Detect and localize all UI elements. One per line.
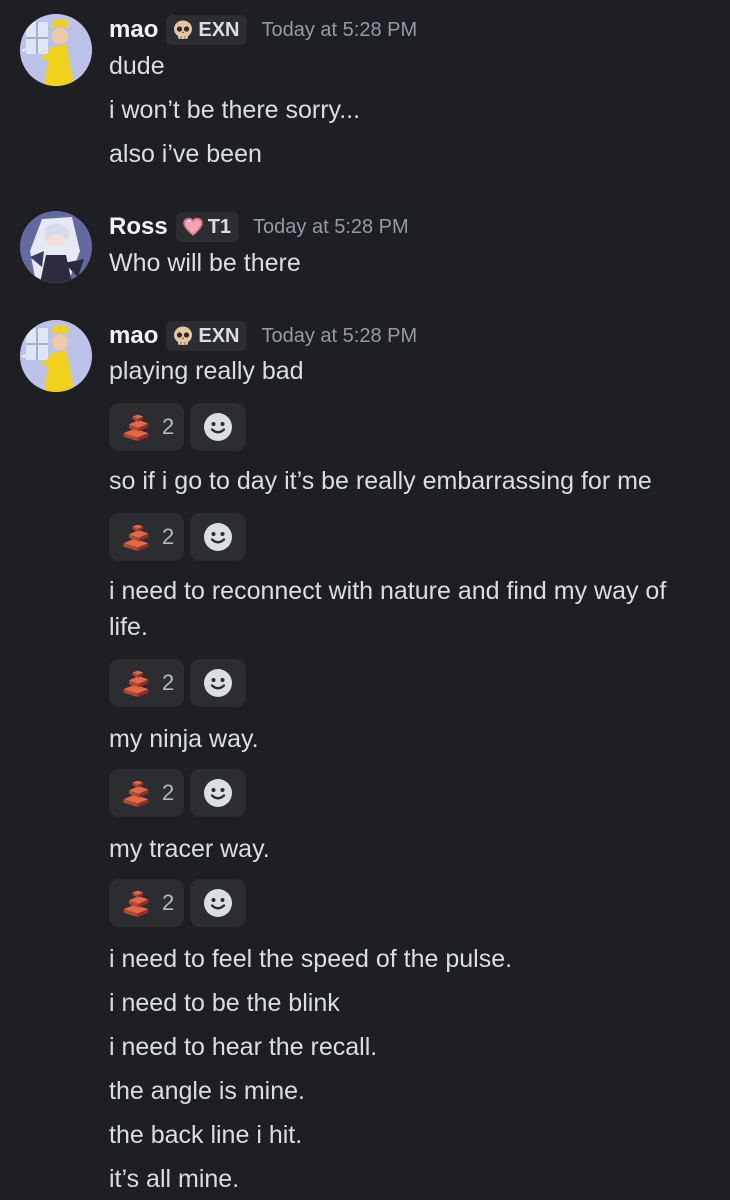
- timestamp: Today at 5:28 PM: [261, 18, 418, 41]
- reaction-chip[interactable]: 2: [109, 513, 185, 561]
- add-reaction-icon: [203, 778, 234, 808]
- guild-tag[interactable]: T1: [175, 212, 240, 242]
- reaction-count: 2: [162, 780, 175, 805]
- reaction-chip[interactable]: 2: [109, 769, 185, 817]
- guild-tag-label: EXN: [198, 324, 240, 347]
- reaction-count: 2: [162, 890, 175, 915]
- message-header: mao EXN Today at 5:28 PM: [109, 13, 417, 47]
- username[interactable]: Ross: [109, 213, 168, 241]
- bricks-icon: [123, 780, 149, 808]
- skull-icon: [173, 326, 193, 346]
- message-text: i need to feel the speed of the pulse.: [109, 945, 513, 973]
- guild-tag[interactable]: EXN: [166, 321, 248, 351]
- add-reaction-icon: [203, 522, 234, 552]
- message-text: i need to reconnect with nature and find…: [109, 577, 667, 641]
- message-text: so if i go to day it’s be really embarra…: [109, 467, 652, 495]
- message-header: Ross T1 Today at 5:28 PM: [109, 210, 409, 244]
- guild-tag-label: EXN: [198, 18, 240, 41]
- reaction-bar: 2: [109, 879, 247, 927]
- guild-tag-label: T1: [207, 215, 232, 238]
- message-text: i need to hear the recall.: [109, 1033, 378, 1061]
- chat-log: mao EXN Today at 5:28 PM dude i won’t be…: [0, 0, 730, 1200]
- add-reaction-button[interactable]: [190, 403, 247, 451]
- bricks-icon: [123, 414, 149, 442]
- reaction-bar: 2: [109, 403, 247, 451]
- guild-tag[interactable]: EXN: [166, 15, 248, 45]
- avatar[interactable]: [20, 320, 92, 392]
- bricks-icon: [123, 670, 149, 698]
- bricks-icon: [123, 890, 149, 918]
- timestamp: Today at 5:28 PM: [253, 215, 409, 238]
- add-reaction-button[interactable]: [190, 513, 247, 561]
- reaction-chip[interactable]: 2: [109, 879, 185, 927]
- reaction-count: 2: [162, 524, 175, 549]
- add-reaction-icon: [203, 412, 234, 442]
- username[interactable]: mao: [109, 16, 158, 44]
- message-text: Who will be there: [109, 249, 301, 277]
- add-reaction-icon: [203, 888, 234, 918]
- skull-icon: [173, 20, 193, 40]
- message-text: my tracer way.: [109, 835, 270, 863]
- reaction-bar: 2: [109, 769, 247, 817]
- avatar[interactable]: [20, 211, 92, 283]
- message-text: the back line i hit.: [109, 1121, 303, 1149]
- message-text: the angle is mine.: [109, 1077, 305, 1105]
- reaction-bar: 2: [109, 513, 247, 561]
- message-text: playing really bad: [109, 357, 304, 385]
- message-header: mao EXN Today at 5:28 PM: [109, 319, 417, 353]
- add-reaction-button[interactable]: [190, 659, 247, 707]
- reaction-chip[interactable]: 2: [109, 403, 185, 451]
- reaction-chip[interactable]: 2: [109, 659, 185, 707]
- bricks-icon: [123, 524, 149, 552]
- reaction-count: 2: [162, 670, 175, 695]
- heart-icon: [182, 217, 203, 236]
- message-text: i won’t be there sorry...: [109, 96, 361, 124]
- timestamp: Today at 5:28 PM: [261, 324, 418, 347]
- reaction-bar: 2: [109, 659, 247, 707]
- message-text: dude: [109, 52, 165, 80]
- add-reaction-icon: [203, 668, 234, 698]
- message-text: it’s all mine.: [109, 1165, 240, 1193]
- username[interactable]: mao: [109, 322, 158, 350]
- message-text: my ninja way.: [109, 725, 259, 753]
- reaction-count: 2: [162, 414, 175, 439]
- add-reaction-button[interactable]: [190, 879, 247, 927]
- message-text: also i’ve been: [109, 140, 262, 168]
- avatar[interactable]: [20, 14, 92, 86]
- message-text: i need to be the blink: [109, 989, 340, 1017]
- add-reaction-button[interactable]: [190, 769, 247, 817]
